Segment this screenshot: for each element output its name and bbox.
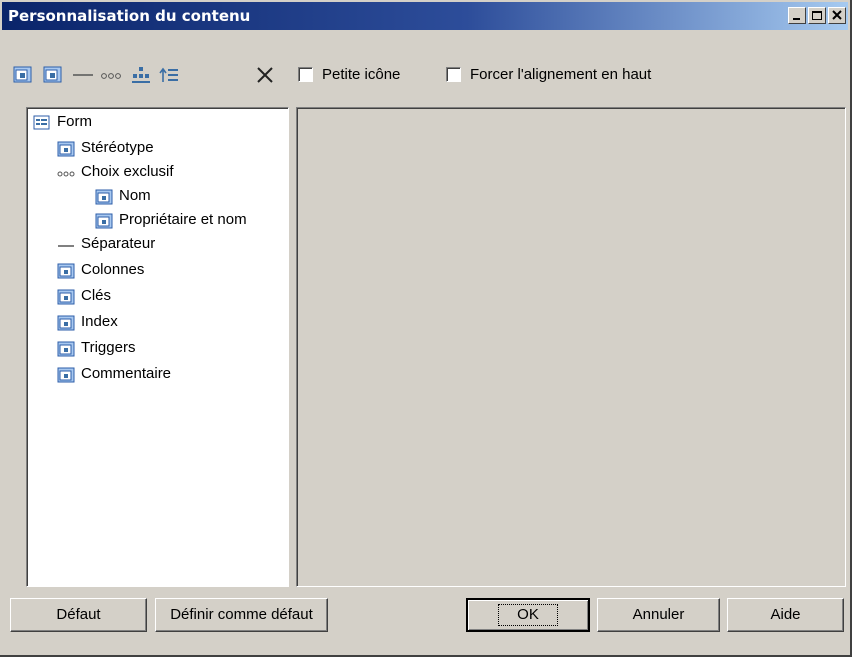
add-subitem-icon	[43, 66, 62, 83]
delete-icon	[257, 67, 273, 83]
attribute-icon	[95, 213, 113, 229]
tree-item-label: Choix exclusif	[81, 163, 174, 180]
tree-item-label: Clés	[81, 287, 112, 304]
content-tree[interactable]: Form Stéréotype Choix exclusif Nom Propr…	[26, 107, 289, 587]
attribute-icon	[57, 367, 75, 383]
collection-icon	[57, 341, 75, 357]
ok-button[interactable]: OK	[466, 598, 590, 632]
maximize-icon	[812, 11, 822, 20]
properties-panel	[296, 107, 846, 587]
tree-item-label: Triggers	[81, 339, 136, 356]
add-subitem-button[interactable]	[42, 64, 64, 86]
add-separator-button[interactable]	[72, 64, 94, 86]
small-icon-checkbox-box[interactable]	[298, 67, 313, 82]
collection-icon	[57, 315, 75, 331]
exclusive-choice-icon	[57, 171, 75, 177]
window-title: Personnalisation du contenu	[8, 7, 251, 25]
collection-icon	[57, 263, 75, 279]
collection-icon	[57, 289, 75, 305]
tree-item-label: Stéréotype	[81, 139, 154, 156]
delete-button[interactable]	[254, 64, 276, 86]
exclusive-choice-icon	[101, 73, 121, 79]
help-button[interactable]: Aide	[727, 598, 844, 632]
move-up-icon	[159, 67, 178, 82]
separator-line-icon	[73, 74, 93, 76]
tree-item-label: Séparateur	[81, 235, 156, 252]
add-item-icon	[13, 66, 32, 83]
default-button-label: Défaut	[56, 606, 101, 623]
dialog-window: Personnalisation du contenu Petite icône…	[0, 0, 852, 657]
add-exclusive-choice-button[interactable]	[100, 64, 122, 86]
ok-label: OK	[498, 604, 558, 626]
tree-item-label: Nom	[119, 187, 151, 204]
separator-icon	[58, 245, 74, 247]
force-align-label: Forcer l'alignement en haut	[470, 66, 652, 83]
set-as-default-label: Définir comme défaut	[170, 606, 313, 623]
tree-item-label: Propriétaire et nom	[119, 211, 247, 228]
form-icon	[33, 115, 50, 130]
minimize-button[interactable]	[788, 7, 806, 24]
cancel-button[interactable]: Annuler	[597, 598, 720, 632]
attribute-icon	[95, 189, 113, 205]
tree-item-label: Form	[57, 113, 92, 130]
small-icon-label: Petite icône	[322, 66, 401, 83]
insert-below-icon	[132, 67, 150, 83]
tree-item-label: Colonnes	[81, 261, 145, 278]
close-button[interactable]	[828, 7, 846, 24]
tree-item-label: Index	[81, 313, 118, 330]
cancel-label: Annuler	[632, 606, 685, 623]
insert-below-button[interactable]	[130, 64, 152, 86]
tree-item-label: Commentaire	[81, 365, 172, 382]
default-button[interactable]: Défaut	[10, 598, 147, 632]
close-icon	[832, 10, 842, 20]
set-as-default-button[interactable]: Définir comme défaut	[155, 598, 328, 632]
attribute-icon	[57, 141, 75, 157]
add-item-button[interactable]	[12, 64, 34, 86]
help-label: Aide	[770, 606, 801, 623]
title-bar[interactable]: Personnalisation du contenu	[2, 2, 848, 30]
maximize-button[interactable]	[808, 7, 826, 24]
minimize-icon	[793, 18, 800, 20]
move-up-button[interactable]	[158, 64, 180, 86]
force-align-checkbox-box[interactable]	[446, 67, 461, 82]
